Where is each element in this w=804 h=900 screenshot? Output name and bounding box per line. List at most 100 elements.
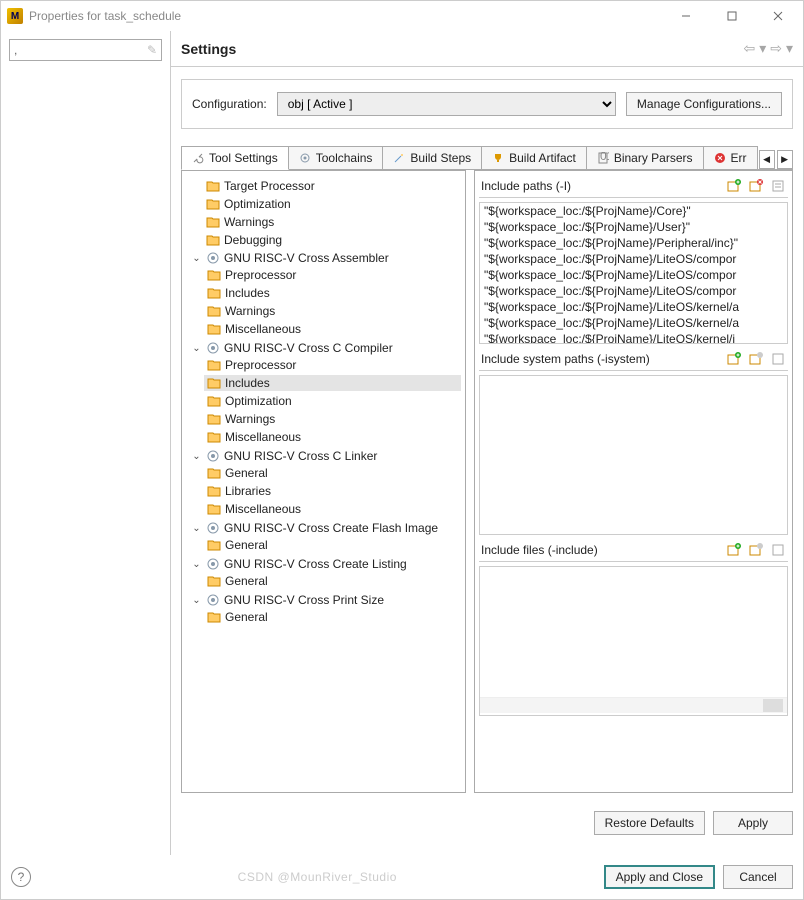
trophy-icon — [492, 152, 504, 164]
tree-item[interactable]: General — [225, 574, 268, 588]
back-icon[interactable]: ⇦ — [743, 40, 755, 57]
tree-item[interactable]: GNU RISC-V Cross C Compiler — [224, 341, 393, 355]
edit-icon[interactable] — [770, 542, 786, 558]
tree-item[interactable]: Preprocessor — [225, 268, 296, 282]
include-system-header: Include system paths (-isystem) — [479, 348, 788, 371]
add-icon[interactable] — [726, 351, 742, 367]
tree-item[interactable]: Optimization — [225, 394, 292, 408]
tree-item[interactable]: Target Processor — [224, 179, 315, 193]
delete-icon[interactable] — [748, 351, 764, 367]
forward-icon[interactable]: ⇨ — [770, 40, 782, 57]
configuration-select[interactable]: obj [ Active ] — [277, 92, 616, 116]
bottom-bar: ? CSDN @MounRiver_Studio Apply and Close… — [1, 855, 803, 899]
list-item[interactable]: "${workspace_loc:/${ProjName}/LiteOS/com… — [480, 251, 787, 267]
tree-item[interactable]: Warnings — [224, 215, 274, 229]
folder-icon — [206, 216, 220, 228]
apply-and-close-button[interactable]: Apply and Close — [604, 865, 715, 889]
manage-configurations-button[interactable]: Manage Configurations... — [626, 92, 782, 116]
tab-tool-settings[interactable]: Tool Settings — [181, 146, 289, 170]
delete-icon[interactable] — [748, 178, 764, 194]
folder-icon — [207, 611, 221, 623]
back-dropdown-icon[interactable]: ▾ — [759, 40, 766, 57]
folder-icon — [207, 359, 221, 371]
tree-item[interactable]: Libraries — [225, 484, 271, 498]
binary-icon: 01 — [597, 152, 609, 164]
close-button[interactable] — [755, 1, 801, 31]
add-icon[interactable] — [726, 542, 742, 558]
tree-item[interactable]: Optimization — [224, 197, 291, 211]
apply-button[interactable]: Apply — [713, 811, 793, 835]
tab-binary-parsers[interactable]: 01 Binary Parsers — [586, 146, 704, 169]
horizontal-scrollbar[interactable] — [480, 697, 787, 713]
configuration-label: Configuration: — [192, 97, 267, 111]
list-item[interactable]: "${workspace_loc:/${ProjName}/Core}" — [480, 203, 787, 219]
tree-item[interactable]: Includes — [225, 286, 270, 300]
list-item[interactable]: "${workspace_loc:/${ProjName}/User}" — [480, 219, 787, 235]
folder-icon — [206, 234, 220, 246]
list-item[interactable]: "${workspace_loc:/${ProjName}/LiteOS/ker… — [480, 299, 787, 315]
list-item[interactable]: "${workspace_loc:/${ProjName}/Peripheral… — [480, 235, 787, 251]
tab-scroll-left[interactable]: ◀ — [759, 150, 775, 169]
tree-item[interactable]: Miscellaneous — [225, 322, 301, 336]
settings-tree[interactable]: Target Processor Optimization Warnings D… — [181, 170, 466, 793]
list-item[interactable]: "${workspace_loc:/${ProjName}/LiteOS/ker… — [480, 315, 787, 331]
forward-dropdown-icon[interactable]: ▾ — [786, 40, 793, 57]
collapse-icon[interactable]: ⌄ — [191, 253, 202, 264]
tree-item[interactable]: GNU RISC-V Cross Create Listing — [224, 557, 407, 571]
tool-icon — [206, 593, 220, 607]
folder-icon — [206, 198, 220, 210]
list-item[interactable]: "${workspace_loc:/${ProjName}/LiteOS/com… — [480, 267, 787, 283]
tab-error-parsers[interactable]: Err — [703, 146, 758, 169]
tree-item[interactable]: General — [225, 538, 268, 552]
delete-icon[interactable] — [748, 542, 764, 558]
list-item[interactable]: "${workspace_loc:/${ProjName}/LiteOS/ker… — [480, 331, 787, 344]
right-panel: Settings ⇦▾ ⇨▾ Configuration: obj [ Acti… — [171, 31, 803, 855]
folder-icon — [207, 413, 221, 425]
include-paths-list[interactable]: "${workspace_loc:/${ProjName}/Core}" "${… — [479, 202, 788, 344]
maximize-button[interactable] — [709, 1, 755, 31]
collapse-icon[interactable]: ⌄ — [191, 451, 202, 462]
tree-item[interactable]: General — [225, 466, 268, 480]
tool-icon — [206, 557, 220, 571]
cancel-button[interactable]: Cancel — [723, 865, 793, 889]
tab-toolchains[interactable]: Toolchains — [288, 146, 384, 169]
tree-item[interactable]: GNU RISC-V Cross Create Flash Image — [224, 521, 438, 535]
folder-icon — [207, 269, 221, 281]
clear-icon[interactable]: ✎ — [147, 43, 157, 57]
tree-item[interactable]: Warnings — [225, 304, 275, 318]
list-item[interactable]: "${workspace_loc:/${ProjName}/LiteOS/com… — [480, 283, 787, 299]
add-icon[interactable] — [726, 178, 742, 194]
tree-item[interactable]: Preprocessor — [225, 358, 296, 372]
folder-icon — [207, 395, 221, 407]
tree-item[interactable]: GNU RISC-V Cross Assembler — [224, 251, 389, 265]
restore-defaults-button[interactable]: Restore Defaults — [594, 811, 705, 835]
tab-scroll-right[interactable]: ▶ — [777, 150, 793, 169]
help-icon[interactable]: ? — [11, 867, 31, 887]
collapse-icon[interactable]: ⌄ — [191, 343, 202, 354]
tree-item-selected[interactable]: Includes — [225, 376, 270, 390]
tree-item[interactable]: General — [225, 610, 268, 624]
tree-item[interactable]: GNU RISC-V Cross Print Size — [224, 593, 384, 607]
tree-item[interactable]: Warnings — [225, 412, 275, 426]
collapse-icon[interactable]: ⌄ — [191, 559, 202, 570]
nav-arrows: ⇦▾ ⇨▾ — [743, 40, 793, 57]
minimize-button[interactable] — [663, 1, 709, 31]
watermark-text: CSDN @MounRiver_Studio — [39, 870, 596, 884]
tree-item[interactable]: Miscellaneous — [225, 502, 301, 516]
tool-icon — [206, 449, 220, 463]
filter-input[interactable]: , ✎ — [9, 39, 162, 61]
tool-icon — [206, 251, 220, 265]
edit-icon[interactable] — [770, 351, 786, 367]
include-system-list[interactable] — [479, 375, 788, 535]
tree-item[interactable]: Miscellaneous — [225, 430, 301, 444]
include-files-list[interactable] — [479, 566, 788, 716]
folder-icon — [207, 575, 221, 587]
collapse-icon[interactable]: ⌄ — [191, 523, 202, 534]
collapse-icon[interactable]: ⌄ — [191, 595, 202, 606]
tree-item[interactable]: Debugging — [224, 233, 282, 247]
folder-icon — [207, 377, 221, 389]
tab-build-artifact[interactable]: Build Artifact — [481, 146, 587, 169]
edit-icon[interactable] — [770, 178, 786, 194]
tab-build-steps[interactable]: Build Steps — [382, 146, 482, 169]
tree-item[interactable]: GNU RISC-V Cross C Linker — [224, 449, 377, 463]
